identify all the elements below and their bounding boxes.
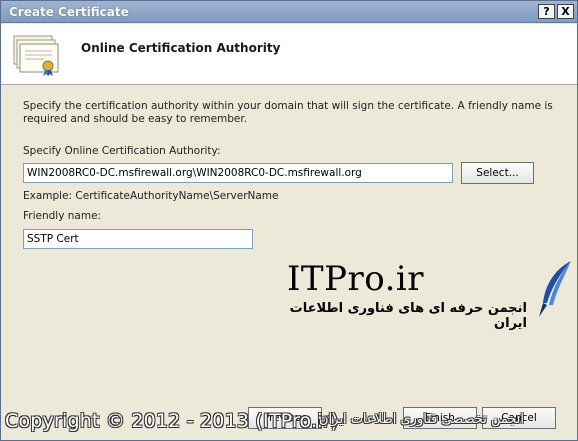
itpro-watermark-logo: ITPro.ir انجمن حرفه ای های فناوری اطلاعا…	[287, 259, 575, 331]
friendly-name-input[interactable]: SSTP Cert	[23, 229, 253, 249]
title-bar[interactable]: Create Certificate ? X	[1, 1, 577, 23]
wizard-body: Specify the certification authority with…	[1, 86, 577, 398]
ca-label: Specify Online Certification Authority:	[23, 145, 221, 157]
ca-input[interactable]: WIN2008RC0-DC.msfirewall.org\WIN2008RC0-…	[23, 163, 453, 183]
copyright-overlay: Copyright © 2012 - 2013 (ITPro.ir)	[5, 410, 339, 432]
quill-icon	[539, 261, 571, 317]
help-button[interactable]: ?	[538, 4, 555, 19]
certificate-icon	[13, 35, 59, 76]
window-title: Create Certificate	[9, 5, 129, 19]
wizard-header: Online Certification Authority	[1, 24, 577, 85]
copyright-farsi-overlay: انجمن تخصصی فناوری اطلاعات ایران	[319, 412, 525, 427]
create-certificate-dialog: Create Certificate ? X Online Certificat…	[0, 0, 578, 441]
close-button[interactable]: X	[557, 4, 574, 19]
itpro-brand: ITPro.ir	[287, 259, 425, 299]
itpro-farsi-tagline: انجمن حرفه ای های فناوری اطلاعات ایران	[289, 301, 527, 331]
description-text: Specify the certification authority with…	[23, 100, 553, 125]
friendly-name-label: Friendly name:	[23, 210, 102, 222]
example-text: Example: CertificateAuthorityName\Server…	[23, 190, 279, 202]
page-heading: Online Certification Authority	[81, 41, 281, 55]
select-button[interactable]: Select...	[461, 162, 534, 184]
